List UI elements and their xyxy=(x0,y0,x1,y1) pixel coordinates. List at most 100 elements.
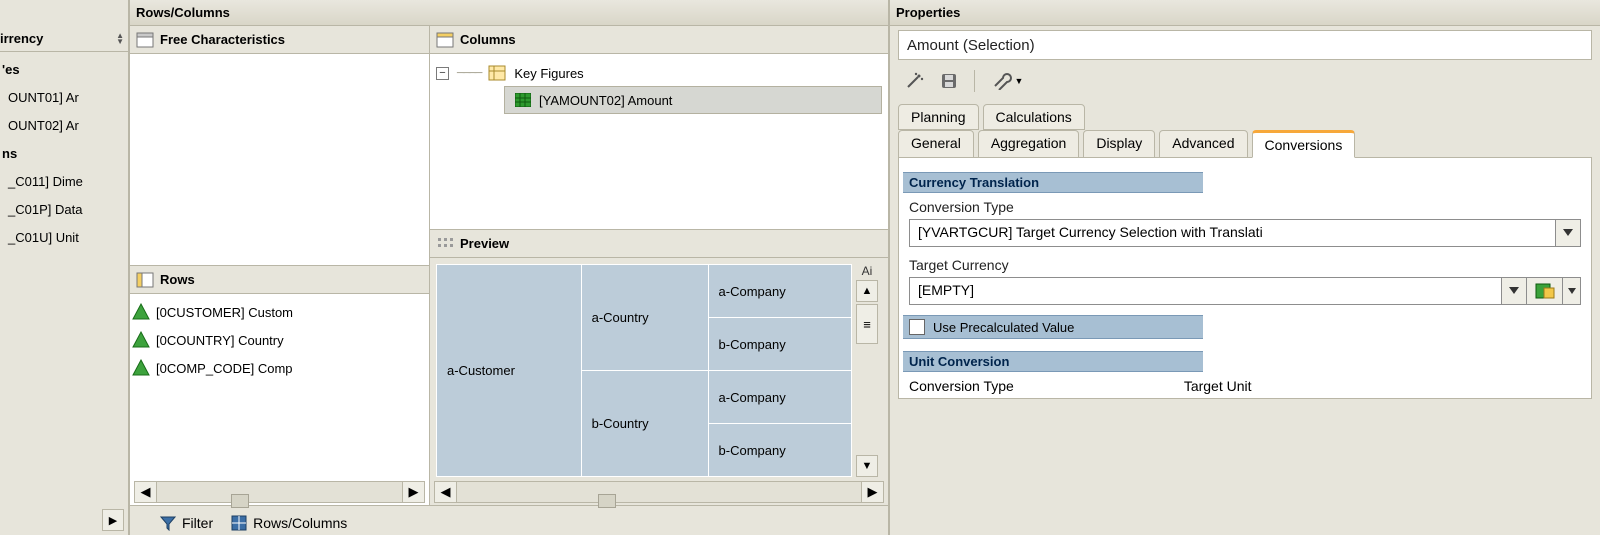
rows-columns-title: Rows/Columns xyxy=(130,0,888,26)
preview-hscroll[interactable]: ◀ ▶ xyxy=(434,481,884,503)
row-dimension-label: [0COMP_CODE] Comp xyxy=(156,361,293,376)
preview-icon xyxy=(436,236,454,252)
watermark-text: Area for Dimensions xyxy=(480,164,813,201)
tab-advanced[interactable]: Advanced xyxy=(1159,130,1247,158)
tab-display[interactable]: Display xyxy=(1083,130,1155,158)
chevron-down-icon[interactable] xyxy=(1501,277,1527,305)
selection-name-text: Amount (Selection) xyxy=(907,37,1035,54)
tab-filter-label: Filter xyxy=(182,515,213,531)
toolbar-separator xyxy=(974,70,975,92)
preview-side-label: Ai xyxy=(862,264,873,278)
checkbox[interactable] xyxy=(909,319,925,335)
tree-connector: ──── xyxy=(457,66,480,81)
rows-icon xyxy=(136,272,154,288)
scroll-thumb[interactable] xyxy=(231,494,249,508)
scroll-up-button[interactable]: ▲ xyxy=(856,280,878,302)
tab-calculations[interactable]: Calculations xyxy=(983,104,1085,130)
tab-label: Planning xyxy=(911,109,966,125)
chevron-down-icon[interactable] xyxy=(1555,219,1581,247)
dimension-icon xyxy=(132,303,150,321)
variable-picker-icon[interactable] xyxy=(1527,277,1563,305)
save-icon[interactable] xyxy=(936,69,962,93)
tab-conversions-content: Currency Translation Conversion Type [YV… xyxy=(898,157,1592,399)
filter-icon xyxy=(160,515,176,531)
key-figures-icon xyxy=(488,65,506,81)
currency-column-header[interactable]: irrency ▲▼ xyxy=(0,26,128,52)
target-unit-label: Target Unit xyxy=(1184,378,1252,394)
tree-item[interactable]: OUNT01] Ar xyxy=(2,84,126,112)
columns-dropzone[interactable]: − ──── Key Figures [YAMOUNT02] Amount Ar… xyxy=(430,54,888,230)
collapse-icon[interactable]: − xyxy=(436,67,449,80)
rows-columns-panel: Rows/Columns Free Characteristics Area f… xyxy=(130,0,890,535)
scroll-right-button[interactable]: ▶ xyxy=(102,509,124,531)
sort-icon[interactable]: ▲▼ xyxy=(116,33,124,45)
chevron-down-icon[interactable] xyxy=(1563,277,1581,305)
conversion-type-value: [YVARTGCUR] Target Currency Selection wi… xyxy=(909,219,1555,247)
tab-conversions[interactable]: Conversions xyxy=(1252,130,1356,158)
scroll-left-button[interactable]: ◀ xyxy=(435,482,457,502)
tab-general[interactable]: General xyxy=(898,130,974,158)
use-precalculated-checkbox-row[interactable]: Use Precalculated Value xyxy=(903,315,1203,339)
columns-label: Columns xyxy=(460,32,516,47)
tree-group[interactable]: 'es xyxy=(2,56,126,84)
row-dimension[interactable]: [0COUNTRY] Country xyxy=(132,326,427,354)
target-currency-label: Target Currency xyxy=(909,257,1581,273)
key-figures-node[interactable]: − ──── Key Figures xyxy=(436,60,882,86)
rows-label: Rows xyxy=(160,272,195,287)
tab-label: Advanced xyxy=(1172,135,1234,151)
row-dimension-label: [0COUNTRY] Country xyxy=(156,333,284,348)
scroll-right-button[interactable]: ▶ xyxy=(402,482,424,502)
tab-label: General xyxy=(911,135,961,151)
row-dimension[interactable]: [0CUSTOMER] Custom xyxy=(132,298,427,326)
target-currency-combo[interactable]: [EMPTY] xyxy=(909,277,1581,305)
wrench-icon[interactable]: ▼ xyxy=(987,69,1027,93)
property-tabs: Planning Calculations General Aggregatio… xyxy=(898,104,1592,399)
preview-cell: a-Country xyxy=(581,265,708,371)
preview-header: Preview xyxy=(430,230,888,258)
dimension-icon xyxy=(132,359,150,377)
left-panel: . irrency ▲▼ 'es OUNT01] Ar OUNT02] Ar n… xyxy=(0,0,130,535)
rows-dropzone[interactable]: [0CUSTOMER] Custom [0COUNTRY] Country [0… xyxy=(130,294,429,505)
row-dimension[interactable]: [0COMP_CODE] Comp xyxy=(132,354,427,382)
rows-hscroll[interactable]: ◀ ▶ xyxy=(134,481,425,503)
scroll-thumb[interactable]: ≡ xyxy=(856,304,878,344)
preview-cell: a-Company xyxy=(708,371,851,424)
tab-label: Calculations xyxy=(996,109,1072,125)
scroll-thumb[interactable] xyxy=(598,494,616,508)
preview-cell: a-Company xyxy=(708,265,851,318)
tree-group[interactable]: ns xyxy=(2,140,126,168)
tab-planning[interactable]: Planning xyxy=(898,104,979,130)
properties-toolbar: ▼ xyxy=(898,66,1592,96)
tree-item[interactable]: _C011] Dime xyxy=(2,168,126,196)
currency-translation-group: Currency Translation xyxy=(903,172,1203,193)
wand-icon[interactable] xyxy=(902,69,928,93)
chevron-down-icon: ▼ xyxy=(1015,76,1024,86)
scroll-right-button[interactable]: ▶ xyxy=(861,482,883,502)
target-currency-value: [EMPTY] xyxy=(909,277,1501,305)
tab-rows-columns[interactable]: Rows/Columns xyxy=(231,515,347,531)
tree-item[interactable]: OUNT02] Ar xyxy=(2,112,126,140)
key-figure-label: [YAMOUNT02] Amount xyxy=(539,93,672,108)
free-characteristics-dropzone[interactable]: Area forDimensions xyxy=(130,54,429,266)
tab-filter[interactable]: Filter xyxy=(160,515,213,531)
tab-label: Conversions xyxy=(1265,137,1343,153)
columns-header: Columns xyxy=(430,26,888,54)
currency-label: irrency xyxy=(0,31,43,46)
tab-label: Aggregation xyxy=(991,135,1067,151)
preview-grid: a-Customer a-Country a-Company b-Company… xyxy=(436,264,852,477)
tab-aggregation[interactable]: Aggregation xyxy=(978,130,1080,158)
scroll-down-button[interactable]: ▼ xyxy=(856,455,878,477)
dimension-icon xyxy=(132,331,150,349)
conversion-type-combo[interactable]: [YVARTGCUR] Target Currency Selection wi… xyxy=(909,219,1581,247)
tree-item[interactable]: _C01U] Unit xyxy=(2,224,126,252)
preview-label: Preview xyxy=(460,236,509,251)
scroll-left-button[interactable]: ◀ xyxy=(135,482,157,502)
tree-item[interactable]: _C01P] Data xyxy=(2,196,126,224)
properties-panel: Properties Amount (Selection) ▼ xyxy=(890,0,1600,535)
free-characteristics-header: Free Characteristics xyxy=(130,26,429,54)
preview-cell: b-Company xyxy=(708,424,851,477)
preview-cell: a-Customer xyxy=(437,265,582,477)
key-figure-item-selected[interactable]: [YAMOUNT02] Amount xyxy=(504,86,882,114)
selection-name-field[interactable]: Amount (Selection) xyxy=(898,30,1592,60)
left-tree: 'es OUNT01] Ar OUNT02] Ar ns _C011] Dime… xyxy=(0,52,128,256)
